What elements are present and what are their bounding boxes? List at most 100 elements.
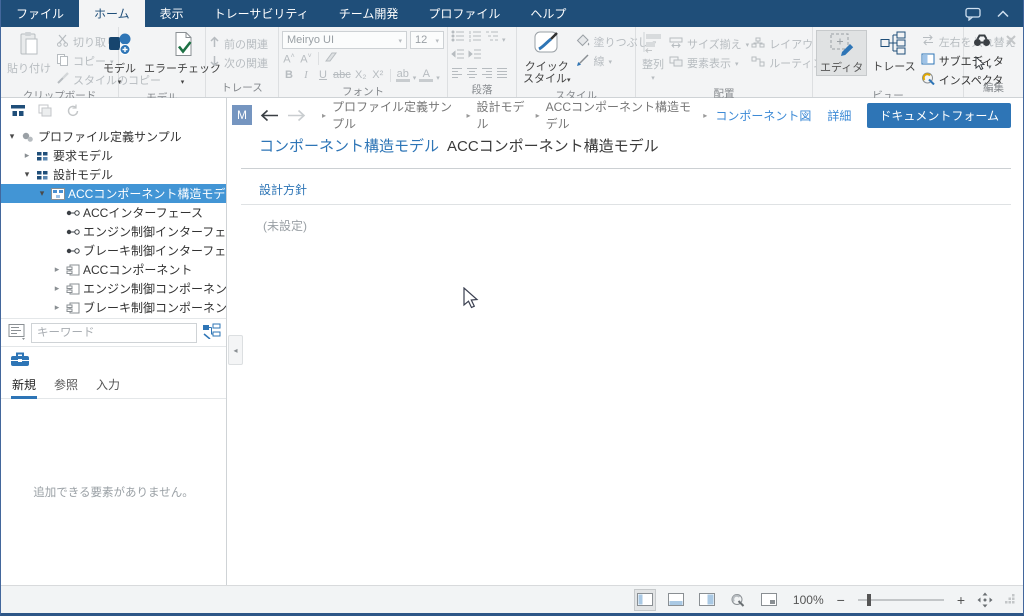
layout-horizontal-split-button[interactable] [665, 589, 687, 611]
tree-item[interactable]: エンジン制御コンポーネント [1, 279, 226, 298]
tree-expander[interactable] [20, 150, 34, 161]
palette-tab[interactable]: 参照 [53, 373, 79, 398]
layout-single-button[interactable] [634, 589, 656, 611]
palette-empty-message: 追加できる要素がありません。 [1, 399, 226, 585]
tree-expander[interactable] [50, 283, 64, 294]
align-button[interactable]: 整列 [639, 30, 667, 85]
align-left-icon[interactable] [451, 67, 463, 81]
breadcrumb-item[interactable]: 設計モデル [477, 98, 530, 132]
toolbox-icon[interactable] [10, 351, 30, 370]
multilevel-list-icon[interactable] [485, 30, 499, 45]
tree-item[interactable]: ブレーキ制御インターフェース [1, 241, 226, 260]
ribbon-tab[interactable]: 表示 [145, 0, 199, 27]
model-button[interactable]: モデル [100, 30, 139, 89]
minimap-toggle-icon[interactable] [758, 589, 780, 611]
tree-expander[interactable] [20, 169, 34, 180]
tree-item[interactable]: エンジン制御インターフェース [1, 222, 226, 241]
breadcrumb-item[interactable]: プロファイル定義サンプル [332, 98, 461, 132]
shrink-font-button[interactable]: A˅ [299, 50, 313, 67]
search-scope-icon[interactable] [8, 322, 26, 343]
model-tree-icon[interactable] [10, 103, 26, 120]
underline-button[interactable]: U [316, 69, 330, 82]
ribbon-tab[interactable]: トレーサビリティ [199, 0, 324, 27]
line-icon [576, 53, 590, 69]
sidebar-collapse-handle[interactable] [228, 335, 243, 365]
size-align-button[interactable]: サイズ揃え [669, 36, 749, 51]
layout-vertical-split-button[interactable] [696, 589, 718, 611]
outdent-icon[interactable] [451, 48, 465, 63]
ribbon-tab[interactable]: ヘルプ [515, 0, 581, 27]
zoom-out-button[interactable]: − [837, 593, 845, 607]
prev-relation-button[interactable]: 前の関連 [209, 36, 268, 51]
tree-item[interactable]: 設計モデル [1, 165, 226, 184]
zoom-slider[interactable] [858, 599, 944, 601]
breadcrumb: プロファイル定義サンプル 設計モデル ACCコンポーネント構造モデル [322, 98, 707, 132]
subscript-button[interactable]: X₂ [354, 69, 368, 82]
tree-item[interactable]: ACCインターフェース [1, 203, 226, 222]
ribbon-tab[interactable]: プロファイル [413, 0, 515, 27]
quick-style-button[interactable]: クイック スタイル [520, 30, 574, 87]
ribbon-tab[interactable]: ファイル [1, 0, 79, 27]
strikethrough-button[interactable]: abc [333, 69, 351, 82]
align-right-icon[interactable] [481, 67, 493, 81]
back-icon[interactable] [260, 109, 279, 122]
tree-expander[interactable] [50, 302, 64, 313]
breadcrumb-item[interactable]: ACCコンポーネント構造モデル [546, 98, 698, 132]
copy-view-icon[interactable] [38, 104, 53, 120]
tree-item[interactable]: 要求モデル [1, 146, 226, 165]
view-link[interactable]: 詳細 [827, 107, 851, 124]
inspector-toggle-icon[interactable] [727, 589, 749, 611]
quick-style-label-2: スタイル [523, 73, 571, 86]
find-icon[interactable] [973, 33, 991, 50]
sync-selection-icon[interactable] [65, 104, 79, 120]
element-display-button[interactable]: 要素表示 [669, 55, 749, 70]
italic-button[interactable]: I [299, 69, 313, 82]
palette-tab[interactable]: 入力 [95, 373, 121, 398]
numbered-list-icon[interactable] [468, 30, 482, 45]
highlight-color-button[interactable]: ab [396, 69, 410, 82]
resize-grip[interactable] [1005, 593, 1015, 607]
ribbon-tab[interactable]: ホーム [79, 0, 145, 27]
indent-icon[interactable] [468, 48, 482, 63]
pointer-icon[interactable] [973, 56, 985, 73]
keyword-search-input[interactable] [31, 323, 197, 343]
tree-expander[interactable] [5, 131, 19, 142]
grow-font-button[interactable]: A˄ [282, 50, 296, 67]
zoom-slider-thumb[interactable] [867, 594, 871, 606]
filter-tree-icon[interactable] [202, 323, 221, 342]
font-color-button[interactable]: A [419, 69, 433, 82]
next-relation-button[interactable]: 次の関連 [209, 55, 268, 70]
element-display-icon [669, 56, 683, 70]
tree-item[interactable]: ブレーキ制御コンポーネント [1, 298, 226, 317]
zoom-in-button[interactable]: + [957, 593, 965, 607]
bullet-list-icon[interactable] [451, 30, 465, 45]
feedback-icon[interactable] [965, 7, 981, 21]
collapse-ribbon-icon[interactable] [997, 10, 1009, 18]
trace-view-button[interactable]: トレース [869, 30, 918, 74]
view-link[interactable]: コンポーネント図 [715, 107, 811, 124]
superscript-button[interactable]: X² [371, 69, 385, 82]
delete-icon[interactable] [1005, 34, 1017, 49]
ribbon-tab[interactable]: チーム開発 [324, 0, 414, 27]
tree-expander[interactable] [35, 188, 49, 199]
forward-icon[interactable] [287, 109, 306, 122]
justify-icon[interactable] [496, 67, 508, 81]
tree-item[interactable]: ACCコンポーネント [1, 260, 226, 279]
font-family-select[interactable]: Meiryo UI [282, 31, 407, 49]
palette-tab-label: 新規 [12, 378, 36, 392]
tree-expander[interactable] [50, 264, 64, 275]
bold-button[interactable]: B [282, 69, 296, 82]
paste-button[interactable]: 貼り付け [4, 30, 54, 76]
palette-tab[interactable]: 新規 [11, 373, 37, 398]
model-badge: M [232, 105, 252, 125]
trace-view-icon [880, 31, 907, 59]
align-center-icon[interactable] [466, 67, 478, 81]
document-form-button[interactable]: ドキュメントフォーム [867, 103, 1011, 128]
editor-view-button[interactable]: エディタ [816, 30, 867, 76]
tree-item[interactable]: ACCコンポーネント構造モデル [1, 184, 226, 203]
pan-icon[interactable] [974, 589, 996, 611]
font-size-select[interactable]: 12 [410, 31, 444, 49]
clear-format-icon[interactable] [324, 51, 338, 66]
field-empty-value[interactable]: (未設定) [241, 205, 1011, 234]
tree-item[interactable]: プロファイル定義サンプル [1, 127, 226, 146]
